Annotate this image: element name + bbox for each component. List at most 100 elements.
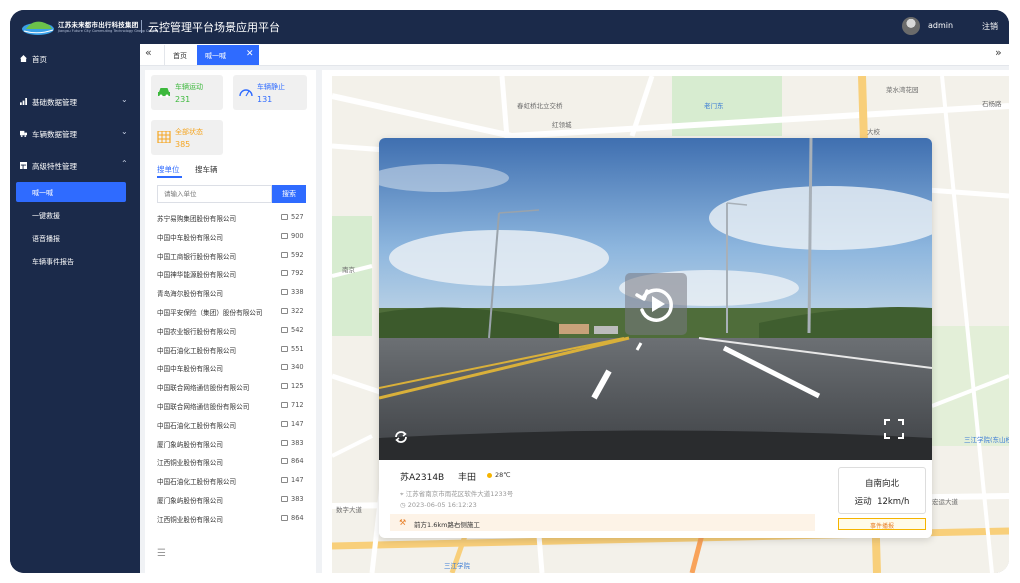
map-label: 三江学院(东山校区) [964,436,1009,444]
sidebar-subitem-shout[interactable]: 喊一喊 [16,182,126,202]
app-window: 江苏未来都市出行科技集团 Jiangsu Future City Commuti… [10,10,1009,573]
home-icon [20,55,27,62]
vehicle-count-icon [281,214,288,220]
stat-moving[interactable]: 车辆运动 231 [151,75,223,110]
vehicle-count-icon [281,270,288,277]
fullscreen-icon[interactable] [884,419,904,439]
org-name: 中国中车股份有限公司 [157,233,223,242]
sidebar-subitem-event-report[interactable]: 车辆事件报告 [16,251,126,271]
tab-bar: « 首页 喊一喊 ✕ » [140,44,1009,66]
org-list-item[interactable]: 江西铜业股份有限公司 864 [157,454,307,472]
org-count: 864 [291,513,304,522]
org-count: 864 [291,457,304,466]
close-icon[interactable]: ✕ [246,49,254,59]
org-count: 900 [291,231,304,240]
map-label: 大校 [867,128,880,136]
replay-icon [635,288,673,322]
map-label: 三江学院 [444,562,470,570]
map-label: 菜水湾花园 [886,86,919,94]
org-list-item[interactable]: 中国中车股份有限公司 340 [157,360,307,378]
sidebar-subitem-label: 车辆事件报告 [32,258,74,266]
org-list-item[interactable]: 中国石油化工股份有限公司 551 [157,342,307,360]
address-text: 江苏省南京市雨花区软件大道1233号 [405,490,514,498]
temperature: 28℃ [495,471,511,479]
sidebar-subitem-voice[interactable]: 语音播报 [16,228,126,248]
list-icon[interactable]: ☰ [157,548,166,559]
vehicle-count-icon [281,420,288,427]
chevron-up-icon: ⌃ [121,159,128,168]
sidebar-item-home[interactable]: 首页 [10,48,140,70]
stat-value: 131 [257,95,273,104]
tab-search-unit[interactable]: 搜单位 [157,164,180,175]
org-list-item[interactable]: 江西铜业股份有限公司 864 [157,511,307,529]
org-list-item[interactable]: 厦门象屿股份有限公司 383 [157,492,307,510]
vehicle-count-icon [281,439,288,446]
platform-title: 云控管理平台场景应用平台 [148,21,280,34]
org-name: 中国农业银行股份有限公司 [157,327,237,336]
sidebar-subitem-label: 喊一喊 [32,189,53,197]
sidebar-item-vehicle-data[interactable]: 车辆数据管理 ⌄ [10,123,140,145]
sun-icon [487,472,492,478]
org-count: 792 [291,269,304,278]
refresh-icon[interactable] [393,429,409,445]
sidebar-item-label: 基础数据管理 [32,98,77,107]
search-button[interactable]: 搜索 [272,185,306,203]
avatar[interactable] [902,17,920,35]
expand-right-icon[interactable]: » [995,46,1002,59]
logout-button[interactable]: 注销 [982,21,998,32]
org-list-item[interactable]: 中国神华能源股份有限公司 792 [157,266,307,284]
vehicle-count-icon [281,496,288,502]
org-list-item[interactable]: 中国平安保险（集团）股份有限公司 322 [157,304,307,322]
tab-shout[interactable]: 喊一喊 ✕ [197,45,259,65]
map-label: 宏运大道 [932,498,958,506]
tab-underline [157,176,182,178]
stat-value: 385 [175,140,191,149]
construction-icon: ⚒ [399,518,407,527]
org-count: 712 [291,401,304,409]
stat-name: 车辆静止 [257,83,285,91]
map[interactable]: 春虹桥北立交桥 红领城 老门东 菜水湾花园 石杨路 南京 三江学院(东山校区) … [332,76,1009,573]
org-count: 383 [291,495,304,503]
sidebar-item-label: 首页 [32,55,47,64]
org-count: 592 [291,250,304,259]
sidebar-subitem-rescue[interactable]: 一键救援 [16,205,126,225]
event-broadcast-button[interactable]: 事件播报 [838,518,926,530]
sidebar-subitem-label: 语音播报 [32,235,60,243]
org-list-item[interactable]: 中国中车股份有限公司 900 [157,229,307,247]
video-player[interactable] [379,138,932,460]
org-list-item[interactable]: 中国石油化工股份有限公司 147 [157,417,307,435]
org-list-item[interactable]: 苏宁易购集团股份有限公司 527 [157,210,307,228]
tab-home[interactable]: 首页 [164,45,195,65]
stat-stationary[interactable]: 车辆静止 131 [233,75,307,110]
org-name: 青岛海尔股份有限公司 [157,290,223,299]
org-list-item[interactable]: 中国工商银行股份有限公司 592 [157,248,307,266]
collapse-left-icon[interactable]: « [145,46,152,59]
sidebar-item-label: 车辆数据管理 [32,130,77,139]
left-panel: 车辆运动 231 车辆静止 131 全部状态 385 搜单位 搜车辆 搜索 苏宁… [145,70,316,573]
bar-chart-icon [20,98,27,105]
org-list-item[interactable]: 中国联合网络通信股份有限公司 125 [157,379,307,397]
replay-button[interactable] [625,273,687,335]
username[interactable]: admin [928,21,953,30]
vehicle-info: 苏A2314B 丰田 28℃ ⌖ 江苏省南京市雨花区软件大道1233号 ◷ 20… [379,460,932,538]
title-divider [141,20,142,33]
motion-speed: 运动 12km/h [839,495,925,507]
map-label: 红领城 [552,121,572,129]
org-list-item[interactable]: 青岛海尔股份有限公司 338 [157,285,307,303]
chevron-down-icon: ⌄ [121,127,128,136]
vehicle-count-icon [281,402,288,408]
sidebar-item-advanced[interactable]: 高级特性管理 ⌃ [10,155,140,177]
stat-all[interactable]: 全部状态 385 [151,120,223,155]
org-list-item[interactable]: 中国农业银行股份有限公司 542 [157,323,307,341]
org-count: 542 [291,325,304,334]
org-count: 147 [291,476,304,485]
speedometer-icon [239,89,253,97]
org-list-item[interactable]: 中国联合网络通信股份有限公司 712 [157,398,307,416]
tab-search-vehicle[interactable]: 搜车辆 [195,164,218,175]
org-name: 中国工商银行股份有限公司 [157,252,237,261]
sidebar-item-basic-data[interactable]: 基础数据管理 ⌄ [10,91,140,113]
org-list-item[interactable]: 中国石油化工股份有限公司 147 [157,473,307,491]
search-input[interactable] [157,185,272,203]
org-list-item[interactable]: 厦门象屿股份有限公司 383 [157,436,307,454]
org-count: 527 [291,213,304,221]
